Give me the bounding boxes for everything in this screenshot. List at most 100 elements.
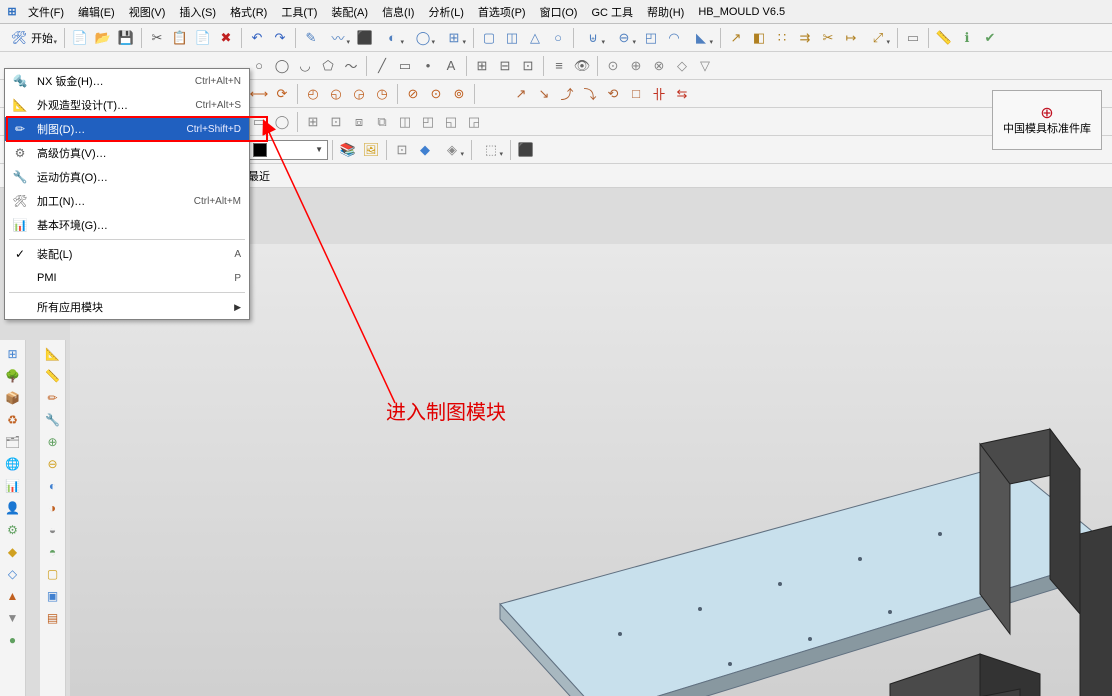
y1-icon[interactable]: 📐	[43, 344, 63, 364]
spline-icon[interactable]: 〜	[340, 55, 362, 77]
revolve-icon[interactable]: ◐	[377, 27, 407, 49]
wire-icon[interactable]: ⊡	[391, 139, 413, 161]
hd3d-icon[interactable]: 📊	[3, 476, 23, 496]
menu-info[interactable]: 信息(I)	[376, 2, 420, 22]
draft3-icon[interactable]: ⤴	[556, 83, 578, 105]
render-icon[interactable]: ◈	[437, 139, 467, 161]
delete-icon[interactable]: ✖	[215, 27, 237, 49]
y4-icon[interactable]: 🔧	[43, 410, 63, 430]
info-icon[interactable]: ℹ	[956, 27, 978, 49]
cst6-icon[interactable]: ⊙	[425, 83, 447, 105]
menu-tools[interactable]: 工具(T)	[275, 2, 323, 22]
measure-icon[interactable]: 📏	[933, 27, 955, 49]
menu-edit[interactable]: 编辑(E)	[72, 2, 121, 22]
sel2-icon[interactable]: ◯	[271, 111, 293, 133]
copy-icon[interactable]: 📋	[169, 27, 191, 49]
sel6-icon[interactable]: ⧉	[371, 111, 393, 133]
y6-icon[interactable]: ⊖	[43, 454, 63, 474]
menu-drafting[interactable]: ✏ 制图(D)… Ctrl+Shift+D	[5, 117, 249, 141]
menu-nx-sheetmetal[interactable]: 🔩 NX 钣金(H)… Ctrl+Alt+N	[5, 69, 249, 93]
draft1-icon[interactable]: ↗	[510, 83, 532, 105]
menu-file[interactable]: 文件(F)	[22, 2, 70, 22]
y3-icon[interactable]: ✏	[43, 388, 63, 408]
menu-hbmould[interactable]: HB_MOULD V6.5	[692, 4, 791, 20]
draft6-icon[interactable]: □	[625, 83, 647, 105]
redo-icon[interactable]: ↷	[269, 27, 291, 49]
sel1-icon[interactable]: ▭	[248, 111, 270, 133]
menu-gateway[interactable]: 📊 基本环境(G)…	[5, 213, 249, 237]
x5-icon[interactable]: ●	[3, 630, 23, 650]
cst4-icon[interactable]: ◷	[371, 83, 393, 105]
blend-icon[interactable]: ◠	[663, 27, 685, 49]
snap4-icon[interactable]: ◇	[671, 55, 693, 77]
new-icon[interactable]: 📄	[69, 27, 91, 49]
block-icon[interactable]: ▢	[478, 27, 500, 49]
y9-icon[interactable]: ◒	[43, 520, 63, 540]
undo-icon[interactable]: ↶	[246, 27, 268, 49]
y11-icon[interactable]: ▢	[43, 564, 63, 584]
part-nav-icon[interactable]: 🌳	[3, 366, 23, 386]
menu-window[interactable]: 窗口(O)	[534, 2, 584, 22]
visibility-icon[interactable]: 👁	[571, 55, 593, 77]
sel4-icon[interactable]: ⊡	[325, 111, 347, 133]
menu-gctools[interactable]: GC 工具	[585, 2, 639, 22]
menu-shape-studio[interactable]: 📐 外观造型设计(T)… Ctrl+Alt+S	[5, 93, 249, 117]
cube-icon[interactable]: ⬛	[515, 139, 537, 161]
point-icon[interactable]: •	[417, 55, 439, 77]
draft5-icon[interactable]: ⟲	[602, 83, 624, 105]
x1-icon[interactable]: ◆	[3, 542, 23, 562]
mold-library-panel[interactable]: ⊕ 中国模具标准件库	[992, 90, 1102, 150]
draft7-icon[interactable]: 卝	[648, 83, 670, 105]
dim-linear-icon[interactable]: ⟷	[248, 83, 270, 105]
move-icon[interactable]: ↗	[725, 27, 747, 49]
sel10-icon[interactable]: ◲	[463, 111, 485, 133]
cst3-icon[interactable]: ◶	[348, 83, 370, 105]
sketch-icon[interactable]: ✎	[300, 27, 322, 49]
scale-icon[interactable]: ⤢	[863, 27, 893, 49]
open-icon[interactable]: 📂	[92, 27, 114, 49]
asm-nav-icon[interactable]: 📦	[3, 388, 23, 408]
cst1-icon[interactable]: ◴	[302, 83, 324, 105]
y12-icon[interactable]: ▣	[43, 586, 63, 606]
menu-view[interactable]: 视图(V)	[123, 2, 172, 22]
rect-icon[interactable]: ▭	[394, 55, 416, 77]
text-icon[interactable]: A	[440, 55, 462, 77]
y10-icon[interactable]: ◓	[43, 542, 63, 562]
hole-icon[interactable]: ◯	[408, 27, 438, 49]
curve-icon[interactable]: 〰	[323, 27, 353, 49]
snap3-icon[interactable]: ⊗	[648, 55, 670, 77]
sys-icon[interactable]: ⚙	[3, 520, 23, 540]
draft4-icon[interactable]: ⤵	[579, 83, 601, 105]
cst5-icon[interactable]: ⊘	[402, 83, 424, 105]
layers-icon[interactable]: ≡	[548, 55, 570, 77]
menu-manufacturing[interactable]: 🛠 加工(N)… Ctrl+Alt+M	[5, 189, 249, 213]
menu-insert[interactable]: 插入(S)	[173, 2, 222, 22]
menu-help[interactable]: 帮助(H)	[641, 2, 690, 22]
sphere-icon[interactable]: ○	[547, 27, 569, 49]
menu-all-applications[interactable]: 所有应用模块 ▶	[5, 295, 249, 319]
x3-icon[interactable]: ▲	[3, 586, 23, 606]
draft2-icon[interactable]: ↘	[533, 83, 555, 105]
trim-icon[interactable]: ✂	[817, 27, 839, 49]
subtract-icon[interactable]: ⊖	[609, 27, 639, 49]
array-icon[interactable]: ∷	[771, 27, 793, 49]
x2-icon[interactable]: ◇	[3, 564, 23, 584]
start-button[interactable]: 🛠 开始	[4, 27, 60, 49]
extrude-icon[interactable]: ⬛	[354, 27, 376, 49]
save-icon[interactable]: 💾	[115, 27, 137, 49]
menu-assemblies-toggle[interactable]: ✓ 装配(L) A	[5, 242, 249, 266]
arc-icon[interactable]: ◡	[294, 55, 316, 77]
cst2-icon[interactable]: ◵	[325, 83, 347, 105]
datum-plane-icon[interactable]: ▭	[902, 27, 924, 49]
snap1-icon[interactable]: ⊙	[602, 55, 624, 77]
sel7-icon[interactable]: ◫	[394, 111, 416, 133]
extend-icon[interactable]: ↦	[840, 27, 862, 49]
menu-prefs[interactable]: 首选项(P)	[472, 2, 532, 22]
web-icon[interactable]: 🌐	[3, 454, 23, 474]
color-combo[interactable]: ▼	[248, 140, 328, 160]
menu-format[interactable]: 格式(R)	[224, 2, 273, 22]
cylinder-icon[interactable]: ◫	[501, 27, 523, 49]
check-icon[interactable]: ✔	[979, 27, 1001, 49]
cone-icon[interactable]: △	[524, 27, 546, 49]
shell-icon[interactable]: ◰	[640, 27, 662, 49]
